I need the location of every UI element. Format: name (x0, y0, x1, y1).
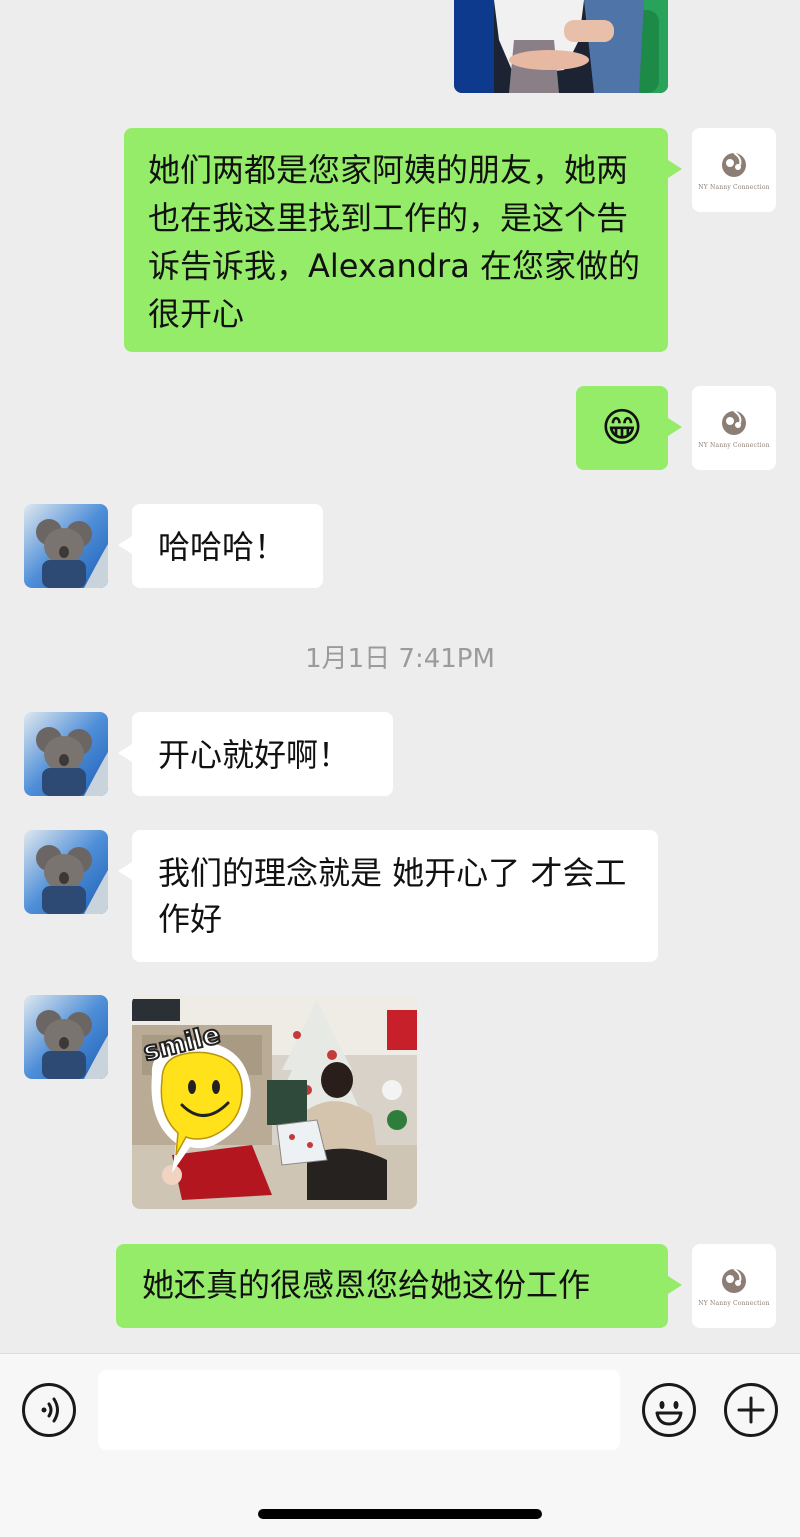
emoji-icon (655, 1401, 683, 1426)
incoming-message-bubble[interactable]: 开心就好啊！ (118, 712, 393, 796)
brand-logo-icon (722, 1267, 746, 1293)
incoming-message-bubble[interactable]: 哈哈哈！ (118, 504, 323, 588)
brand-avatar-text: NY Nanny Connection (698, 183, 770, 191)
message-input[interactable] (98, 1370, 620, 1450)
message-text: 开心就好啊！ (158, 736, 351, 774)
message-text: 我们的理念就是 她开心了 才会工作好 (158, 854, 627, 938)
brand-logo-icon (722, 409, 746, 435)
self-avatar[interactable]: NY Nanny Connection (692, 1244, 776, 1328)
incoming-photo-message[interactable]: smile (132, 995, 417, 1209)
contact-avatar[interactable] (24, 830, 108, 914)
outgoing-message-bubble[interactable]: 她还真的很感恩您给她这份工作 (116, 1244, 682, 1328)
incoming-message-bubble[interactable]: 我们的理念就是 她开心了 才会工作好 (118, 830, 658, 962)
grinning-emoji-icon: 😁 (601, 405, 643, 451)
voice-icon (41, 1397, 59, 1423)
message-text: 她们两都是您家阿姨的朋友，她两也在我这里找到工作的，是这个告诉告诉我，Alexa… (148, 151, 640, 333)
self-avatar[interactable]: NY Nanny Connection (692, 128, 776, 212)
brand-avatar-text: NY Nanny Connection (698, 1299, 770, 1307)
outgoing-photo-top[interactable] (454, 0, 668, 93)
photo-top-image (454, 0, 668, 93)
contact-avatar[interactable] (24, 712, 108, 796)
voice-button[interactable] (22, 1383, 76, 1437)
self-avatar[interactable]: NY Nanny Connection (692, 386, 776, 470)
koala-avatar-image (24, 504, 108, 588)
plus-icon (737, 1396, 765, 1424)
brand-avatar-text: NY Nanny Connection (698, 441, 770, 449)
brand-logo-icon (722, 151, 746, 177)
outgoing-message-bubble[interactable]: 她们两都是您家阿姨的朋友，她两也在我这里找到工作的，是这个告诉告诉我，Alexa… (124, 128, 682, 352)
home-indicator[interactable] (258, 1509, 542, 1519)
more-button[interactable] (724, 1383, 778, 1437)
koala-avatar-image (24, 995, 108, 1079)
christmas-photo-image: smile (132, 995, 417, 1209)
koala-avatar-image (24, 830, 108, 914)
emoji-button[interactable] (642, 1383, 696, 1437)
koala-avatar-image (24, 712, 108, 796)
message-text: 她还真的很感恩您给她这份工作 (142, 1266, 591, 1304)
contact-avatar[interactable] (24, 504, 108, 588)
outgoing-emoji-bubble[interactable]: 😁 (576, 386, 682, 470)
message-text: 哈哈哈！ (158, 528, 287, 566)
contact-avatar[interactable] (24, 995, 108, 1079)
chat-timestamp: 1月1日 7:41PM (305, 644, 495, 674)
